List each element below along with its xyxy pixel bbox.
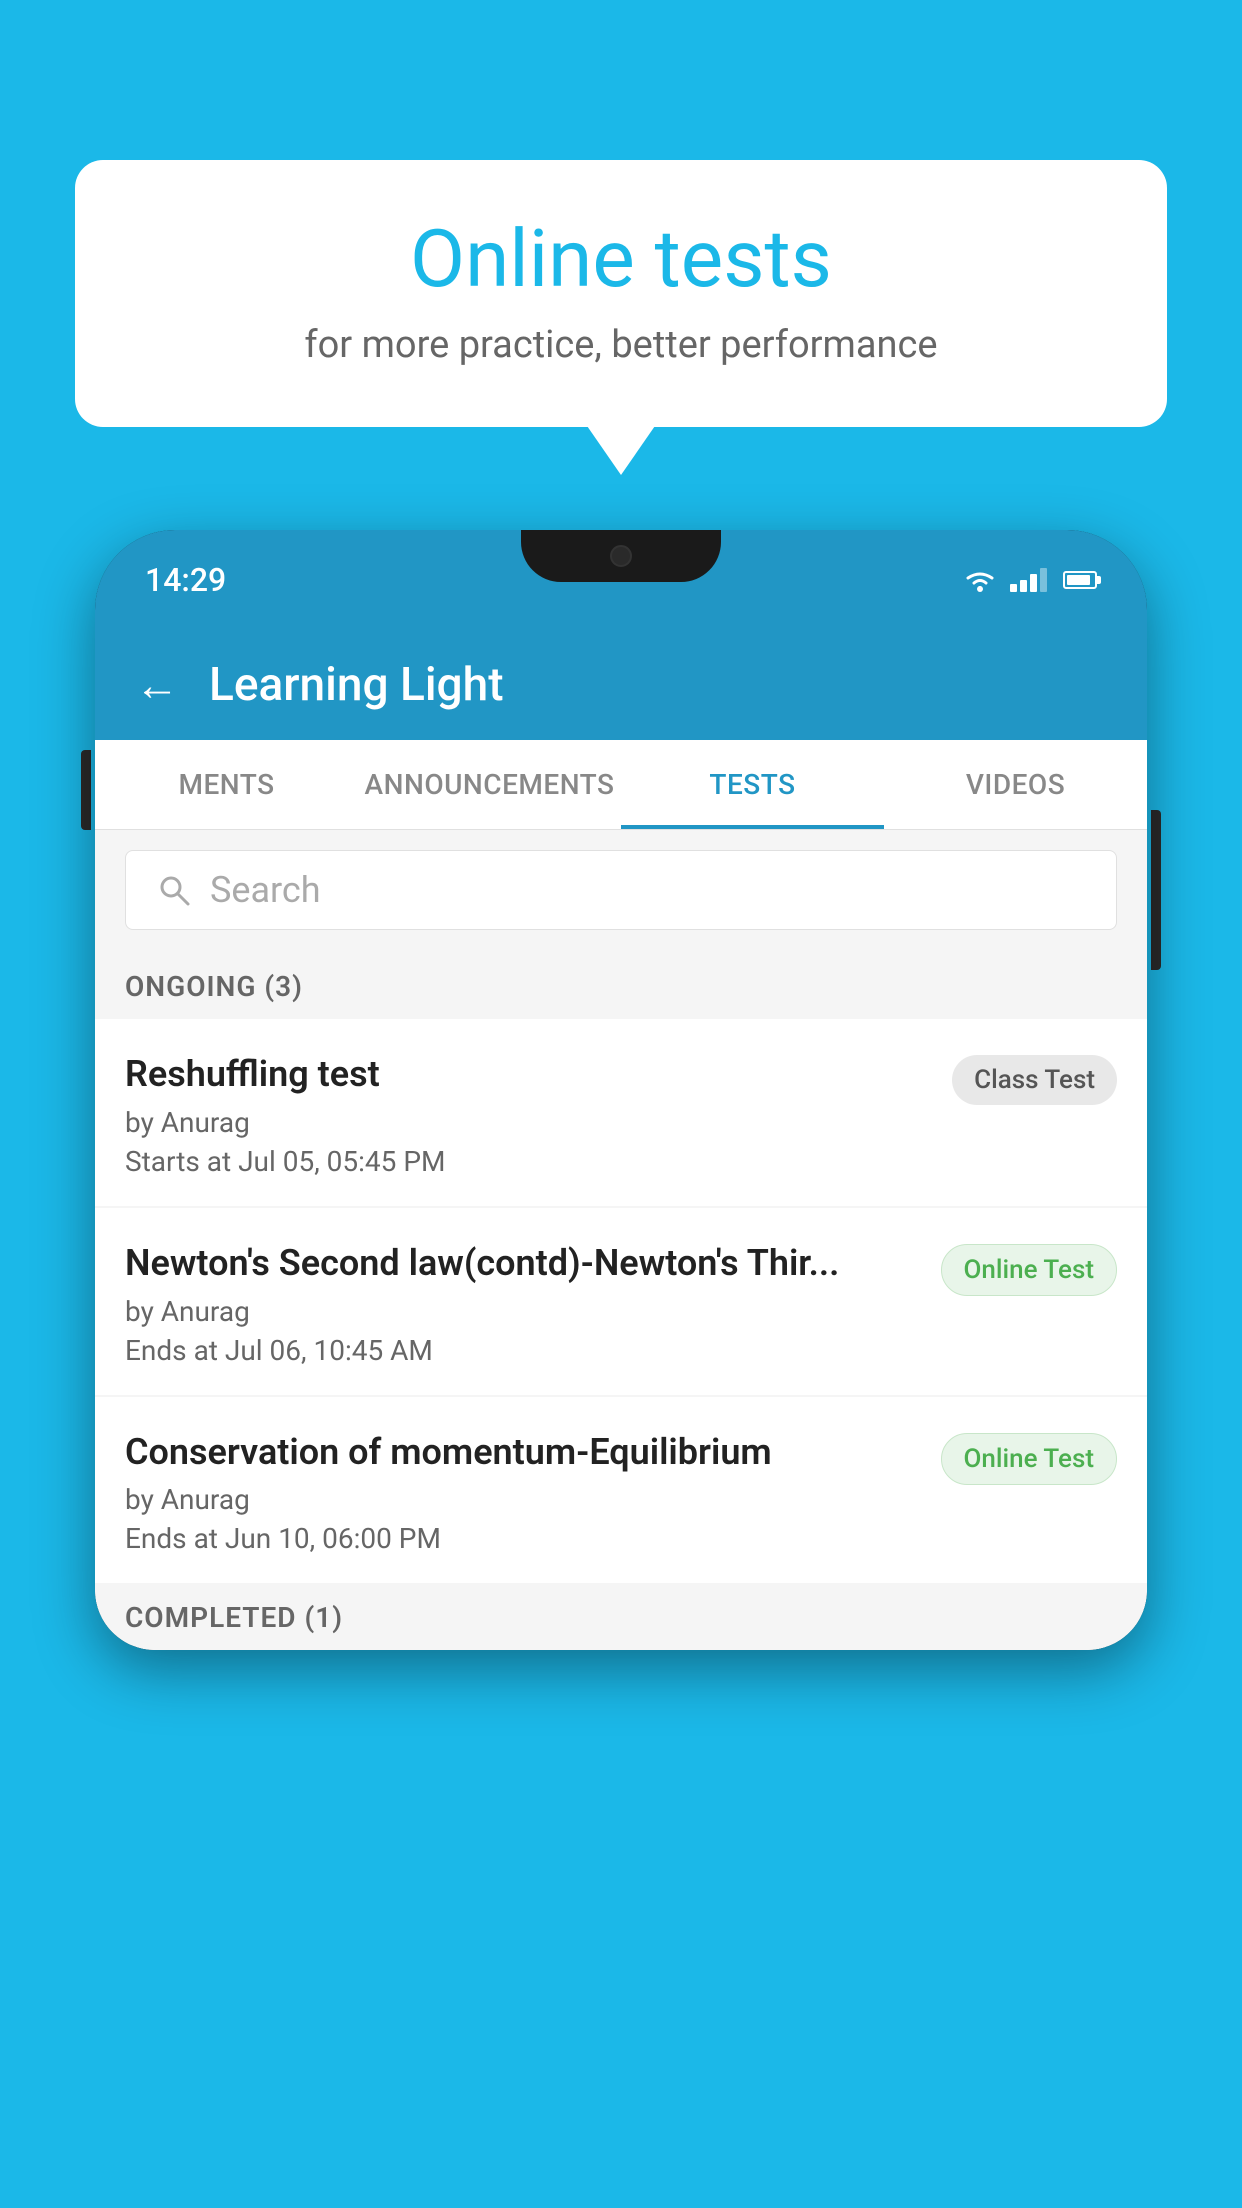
camera: [610, 545, 632, 567]
tab-announcements[interactable]: ANNOUNCEMENTS: [358, 740, 621, 829]
test-item-1-badge: Class Test: [952, 1055, 1117, 1105]
test-item-1-name: Reshuffling test: [125, 1051, 932, 1098]
battery-icon: [1063, 571, 1097, 589]
phone-screen: Search ONGOING (3) Reshuffling test by A…: [95, 830, 1147, 1650]
test-item-1-author: by Anurag: [125, 1106, 932, 1139]
app-header: ← Learning Light: [95, 630, 1147, 740]
wifi-icon: [962, 566, 998, 594]
status-bar: 14:29: [95, 530, 1147, 630]
test-item-2[interactable]: Newton's Second law(contd)-Newton's Thir…: [95, 1208, 1147, 1395]
search-input[interactable]: Search: [125, 850, 1117, 930]
search-icon: [156, 872, 192, 908]
section-header-ongoing: ONGOING (3): [95, 950, 1147, 1019]
notch: [521, 530, 721, 582]
search-placeholder: Search: [210, 869, 321, 911]
speech-bubble: Online tests for more practice, better p…: [75, 160, 1167, 427]
phone-wrapper: 14:29: [95, 530, 1147, 1650]
phone-frame: 14:29: [95, 530, 1147, 1650]
phone-power-button: [1151, 810, 1161, 970]
phone-container: 14:29: [95, 530, 1147, 2208]
search-bar-container: Search: [95, 830, 1147, 950]
test-item-2-badge: Online Test: [941, 1244, 1118, 1296]
bubble-title: Online tests: [135, 215, 1107, 303]
signal-bars: [1010, 568, 1047, 592]
status-icons: [962, 566, 1097, 594]
test-item-3-author: by Anurag: [125, 1483, 921, 1516]
test-item-2-author: by Anurag: [125, 1295, 921, 1328]
tab-tests[interactable]: TESTS: [621, 740, 884, 829]
bubble-subtitle: for more practice, better performance: [135, 323, 1107, 367]
back-button[interactable]: ←: [135, 659, 179, 711]
phone-volume-button: [81, 750, 91, 830]
bottom-area: COMPLETED (1): [95, 1585, 1147, 1650]
test-item-3-left: Conservation of momentum-Equilibrium by …: [125, 1429, 941, 1556]
test-item-3-name: Conservation of momentum-Equilibrium: [125, 1429, 921, 1476]
test-item-1[interactable]: Reshuffling test by Anurag Starts at Jul…: [95, 1019, 1147, 1206]
tab-bar: MENTS ANNOUNCEMENTS TESTS VIDEOS: [95, 740, 1147, 830]
app-title: Learning Light: [209, 658, 504, 712]
test-item-2-left: Newton's Second law(contd)-Newton's Thir…: [125, 1240, 941, 1367]
test-item-3-date: Ends at Jun 10, 06:00 PM: [125, 1522, 921, 1555]
test-item-2-name: Newton's Second law(contd)-Newton's Thir…: [125, 1240, 921, 1287]
tab-videos[interactable]: VIDEOS: [884, 740, 1147, 829]
test-item-1-left: Reshuffling test by Anurag Starts at Jul…: [125, 1051, 952, 1178]
test-item-1-date: Starts at Jul 05, 05:45 PM: [125, 1145, 932, 1178]
section-header-completed: COMPLETED (1): [125, 1601, 1117, 1634]
content-area: ONGOING (3) Reshuffling test by Anurag S…: [95, 950, 1147, 1650]
status-time: 14:29: [145, 561, 226, 599]
test-item-3[interactable]: Conservation of momentum-Equilibrium by …: [95, 1397, 1147, 1584]
test-item-3-badge: Online Test: [941, 1433, 1118, 1485]
test-item-2-date: Ends at Jul 06, 10:45 AM: [125, 1334, 921, 1367]
tab-ments[interactable]: MENTS: [95, 740, 358, 829]
